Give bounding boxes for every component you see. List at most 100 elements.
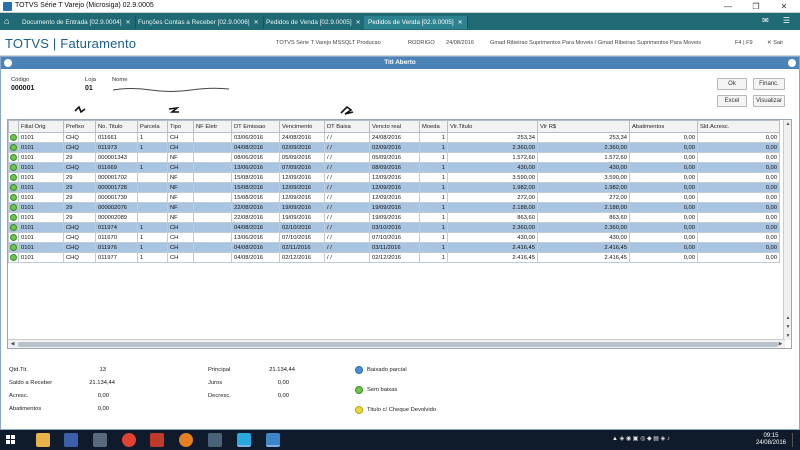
- cell-emissao[interactable]: 13/06/2016: [231, 232, 280, 243]
- cell-nf[interactable]: [193, 182, 232, 193]
- status-cell[interactable]: [8, 142, 19, 153]
- cell-abatimentos[interactable]: 0,00: [629, 242, 698, 253]
- column-header[interactable]: Sld.Acresc.: [697, 120, 780, 133]
- cell-vlr-titulo[interactable]: 2.416,45: [447, 252, 538, 263]
- table-row[interactable]: 0101 CHQ 011977 1 CH 04/08/2016 02/12/2016/ /0…: [8, 252, 780, 263]
- cell-titulo[interactable]: 011977: [95, 252, 138, 263]
- cell-vencimento[interactable]: 24/08/2016: [279, 132, 325, 143]
- cell-tipo[interactable]: NF: [167, 182, 194, 193]
- cell-vlr-rs[interactable]: 863,60: [537, 212, 630, 223]
- skype-icon[interactable]: [237, 433, 251, 447]
- column-header[interactable]: Parcela: [137, 120, 168, 133]
- cell-parcela[interactable]: [137, 172, 168, 183]
- status-cell[interactable]: [8, 242, 19, 253]
- app-icon-3[interactable]: [93, 433, 107, 447]
- visualizar-button[interactable]: Visualizar: [753, 95, 785, 107]
- column-header[interactable]: Filial Orig: [18, 120, 64, 133]
- cell-sld[interactable]: 0,00: [697, 162, 780, 173]
- cell-emissao[interactable]: 15/08/2016: [231, 182, 280, 193]
- close-tab-icon[interactable]: ✕: [356, 20, 361, 26]
- column-header[interactable]: Prefixo: [63, 120, 96, 133]
- cell-vlr-titulo[interactable]: 1.572,60: [447, 152, 538, 163]
- cell-nf[interactable]: [193, 172, 232, 183]
- cell-nf[interactable]: [193, 132, 232, 143]
- cell-tipo[interactable]: CH: [167, 132, 194, 143]
- cell-vlr-titulo[interactable]: 2.360,00: [447, 222, 538, 233]
- horizontal-scroll-thumb[interactable]: [18, 342, 778, 347]
- scroll-left-icon[interactable]: ◀: [8, 340, 17, 348]
- cell-prefixo[interactable]: CHQ: [63, 222, 96, 233]
- cell-tipo[interactable]: NF: [167, 192, 194, 203]
- app-icon-5[interactable]: [150, 433, 164, 447]
- app-icon-7[interactable]: [208, 433, 222, 447]
- table-row[interactable]: 0101 CHQ 011661 1 CH 03/06/2016 24/08/2016/ /2…: [8, 132, 780, 143]
- firefox-icon[interactable]: [179, 433, 193, 447]
- cell-vlr-rs[interactable]: 2.360,00: [537, 142, 630, 153]
- column-header[interactable]: Tipo: [167, 120, 194, 133]
- status-cell[interactable]: [8, 212, 19, 223]
- cell-sld[interactable]: 0,00: [697, 182, 780, 193]
- cell-vencto-real[interactable]: 08/09/2016: [369, 162, 420, 173]
- column-header[interactable]: DT Baixa: [324, 120, 370, 133]
- cell-tipo[interactable]: CH: [167, 162, 194, 173]
- cell-vencto-real[interactable]: 03/10/2016: [369, 222, 420, 233]
- cell-parcela[interactable]: [137, 152, 168, 163]
- cell-filial[interactable]: 0101: [18, 252, 64, 263]
- cell-titulo[interactable]: 011669: [95, 162, 138, 173]
- cell-filial[interactable]: 0101: [18, 192, 64, 203]
- cell-abatimentos[interactable]: 0,00: [629, 192, 698, 203]
- cell-vencto-real[interactable]: 12/09/2016: [369, 182, 420, 193]
- column-header[interactable]: [8, 120, 19, 133]
- cell-vlr-titulo[interactable]: 430,00: [447, 232, 538, 243]
- cell-emissao[interactable]: 13/06/2016: [231, 162, 280, 173]
- cell-baixa[interactable]: / /: [324, 212, 370, 223]
- close-tab-icon[interactable]: ✕: [125, 20, 130, 26]
- cell-vencto-real[interactable]: 02/12/2016: [369, 252, 420, 263]
- cell-filial[interactable]: 0101: [18, 152, 64, 163]
- cell-parcela[interactable]: 1: [137, 132, 168, 143]
- cell-baixa[interactable]: / /: [324, 202, 370, 213]
- cell-moeda[interactable]: 1: [419, 132, 448, 143]
- cell-parcela[interactable]: [137, 192, 168, 203]
- column-header[interactable]: Vencto real: [369, 120, 420, 133]
- cell-moeda[interactable]: 1: [419, 212, 448, 223]
- cell-parcela[interactable]: 1: [137, 242, 168, 253]
- cell-parcela[interactable]: 1: [137, 142, 168, 153]
- status-cell[interactable]: [8, 152, 19, 163]
- cell-vlr-rs[interactable]: 2.416,45: [537, 252, 630, 263]
- cell-titulo[interactable]: 011976: [95, 242, 138, 253]
- cell-sld[interactable]: 0,00: [697, 242, 780, 253]
- cell-vlr-rs[interactable]: 3.590,00: [537, 172, 630, 183]
- cell-vencto-real[interactable]: 19/09/2016: [369, 202, 420, 213]
- tab-pedidos-venda-active[interactable]: Pedidos de Venda [02.9.0005] ✕: [364, 16, 468, 29]
- network-app-icon[interactable]: [64, 433, 78, 447]
- status-cell[interactable]: [8, 192, 19, 203]
- cell-vencimento[interactable]: 12/09/2016: [279, 182, 325, 193]
- table-row[interactable]: 0101 29 000001728 NF 15/08/2016 12/09/2016/ /…: [8, 182, 780, 193]
- table-row[interactable]: 0101 CHQ 011973 1 CH 04/08/2016 02/09/2016/ /0…: [8, 142, 780, 153]
- totvs-taskbar-icon[interactable]: [266, 433, 280, 447]
- cell-sld[interactable]: 0,00: [697, 142, 780, 153]
- cell-baixa[interactable]: / /: [324, 232, 370, 243]
- cell-vencto-real[interactable]: 03/11/2016: [369, 242, 420, 253]
- cell-tipo[interactable]: CH: [167, 242, 194, 253]
- cell-tipo[interactable]: CH: [167, 222, 194, 233]
- cell-tipo[interactable]: CH: [167, 142, 194, 153]
- status-cell[interactable]: [8, 182, 19, 193]
- status-cell[interactable]: [8, 232, 19, 243]
- minimize-button[interactable]: —: [716, 0, 740, 13]
- cell-vencto-real[interactable]: 05/09/2016: [369, 152, 420, 163]
- tray-icons[interactable]: ▲ ◈ ◉ ▣ ◎ ◆ ▤ ◈ ♪: [612, 435, 670, 442]
- cell-nf[interactable]: [193, 202, 232, 213]
- cell-vlr-rs[interactable]: 430,00: [537, 162, 630, 173]
- windows-start-icon[interactable]: [6, 435, 16, 445]
- cell-filial[interactable]: 0101: [18, 132, 64, 143]
- cell-titulo[interactable]: 000001728: [95, 182, 138, 193]
- cell-baixa[interactable]: / /: [324, 182, 370, 193]
- column-header[interactable]: DT Emissao: [231, 120, 280, 133]
- table-row[interactable]: 0101 29 000001702 NF 15/08/2016 12/09/2016/ /…: [8, 172, 780, 183]
- cell-emissao[interactable]: 04/08/2016: [231, 252, 280, 263]
- cell-vencimento[interactable]: 05/09/2016: [279, 152, 325, 163]
- cell-titulo[interactable]: 000001702: [95, 172, 138, 183]
- cell-sld[interactable]: 0,00: [697, 152, 780, 163]
